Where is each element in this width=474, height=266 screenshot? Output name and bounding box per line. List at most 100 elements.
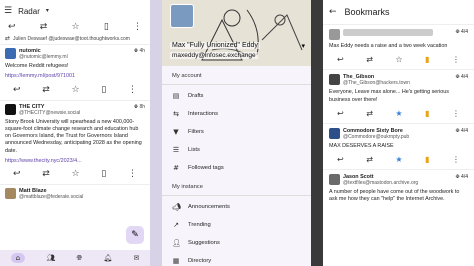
drawer-item-lists[interactable]: ☰ Lists	[162, 141, 311, 159]
feed-post[interactable]: nutomic @nutomic@lemmy.ml 🌐︎ 4h Welcome …	[0, 44, 150, 100]
interactions-icon: ⇆	[173, 109, 179, 118]
mail-icon[interactable]: ✉	[133, 254, 139, 262]
globe-icon[interactable]: 🌐︎	[76, 254, 82, 263]
account-display-name: Max "Fully Unionized" Eddy	[170, 42, 260, 49]
post-author-handle: @The_Gibson@hackers.town	[343, 80, 410, 87]
feed-post[interactable]: THE CITY @THECITY@newsie.social 🌐︎ 8h St…	[0, 99, 150, 185]
avatar[interactable]	[329, 29, 340, 40]
bookmark-item[interactable]: Jason Scott @textfiles@mastodon.archive.…	[323, 169, 474, 206]
avatar[interactable]	[5, 188, 16, 200]
people-icon[interactable]: 👥︎	[46, 254, 55, 262]
drawer-item-trending[interactable]: ↗ Trending	[162, 216, 311, 234]
avatar[interactable]	[5, 103, 16, 115]
bell-icon[interactable]: 🔔︎	[103, 254, 112, 262]
avatar[interactable]	[5, 48, 16, 59]
filter-icon: ▼	[173, 127, 179, 136]
bookmark-item[interactable]: Commodore Sixty Bore @Commodore@oukrnpty…	[323, 122, 474, 169]
bookmarks-screen: ← Bookmarks 🌐︎ 4/4 Max Eddy needs a rais…	[323, 0, 474, 266]
bookmark-item[interactable]: 🌐︎ 4/4 Max Eddy needs a raise and a two …	[323, 24, 474, 69]
hashtag-icon: #	[173, 163, 179, 172]
account-handle: maxeddy@infosec.exchange	[170, 52, 258, 59]
drawer-item-drafts[interactable]: ▤ Drafts	[162, 87, 311, 105]
reply-icon[interactable]: ↩	[8, 22, 16, 32]
directory-icon: ▦	[172, 256, 180, 265]
boost-icon[interactable]: ⇄	[366, 55, 373, 64]
drawer-item-label: Trending	[188, 222, 211, 228]
page-title: Bookmarks	[344, 7, 390, 17]
feed-post[interactable]: Matt Blaze @mattblaze@federate.social	[0, 184, 150, 203]
bookmark-item[interactable]: The_Gibson @The_Gibson@hackers.town 🌐︎ 4…	[323, 69, 474, 123]
section-title-my-account: My account	[172, 73, 202, 79]
screenshot-composite: ☰ Radar ▾ ↩ ⇄ ☆ ▯ ⋮ ⇄ Julien Deswaef @ju…	[0, 0, 474, 266]
boost-icon[interactable]: ⇄	[366, 109, 373, 118]
more-icon[interactable]: ⋮	[128, 85, 137, 95]
favourite-filled-icon[interactable]: ★	[395, 109, 402, 118]
favourite-icon[interactable]: ☆	[72, 85, 80, 95]
bookmark-filled-icon[interactable]: ▮	[425, 109, 429, 118]
more-icon[interactable]: ⋮	[452, 109, 460, 118]
chevron-down-icon[interactable]: ▾	[301, 42, 305, 50]
avatar[interactable]	[329, 174, 340, 186]
bookmark-icon[interactable]: ▯	[101, 85, 106, 95]
navigation-drawer: Max "Fully Unionized" Eddy maxeddy@infos…	[162, 0, 311, 266]
drawer-scrim[interactable]	[311, 0, 323, 266]
globe-icon: 🌐︎	[134, 103, 139, 110]
favourite-filled-icon[interactable]: ★	[395, 155, 402, 164]
globe-icon: 🌐︎	[455, 74, 460, 81]
drawer-item-label: Lists	[188, 147, 200, 153]
post-link[interactable]: https://www.thecity.nyc/2023/4...	[5, 158, 145, 165]
bookmark-body: A number of people have come out of the …	[329, 189, 460, 203]
drawer-item-label: Followed tags	[188, 165, 224, 171]
person-add-icon: 👤︎	[172, 238, 181, 247]
menu-icon[interactable]: ☰	[4, 6, 12, 16]
home-icon[interactable]: ⌂	[10, 253, 26, 263]
favourite-icon[interactable]: ☆	[395, 55, 402, 64]
reply-icon[interactable]: ↩	[337, 109, 344, 118]
redacted-author	[343, 29, 433, 36]
chevron-down-icon[interactable]: ▾	[46, 8, 49, 14]
reply-icon[interactable]: ↩	[13, 169, 21, 179]
globe-icon: 🌐︎	[455, 29, 460, 35]
divider	[162, 195, 311, 196]
reply-icon[interactable]: ↩	[337, 155, 344, 164]
drawer-item-directory[interactable]: ▦ Directory	[162, 252, 311, 266]
post-actions: ↩ ⇄ ★ ▮ ⋮	[329, 150, 468, 167]
favourite-icon[interactable]: ☆	[72, 22, 80, 32]
bookmark-icon[interactable]: ▯	[101, 169, 106, 179]
favourite-icon[interactable]: ☆	[72, 169, 80, 179]
feed-top-bar: ☰ Radar ▾	[0, 0, 150, 22]
globe-icon: 🌐︎	[134, 48, 139, 54]
post-actions: ↩ ⇄ ★ ▮ ⋮	[329, 104, 468, 121]
bookmark-icon[interactable]: ▯	[104, 22, 109, 32]
boost-icon[interactable]: ⇄	[366, 155, 373, 164]
compose-button[interactable]: ✎	[126, 226, 144, 244]
back-arrow-icon[interactable]: ←	[329, 7, 337, 17]
drawer-item-label: Suggestions	[188, 240, 220, 246]
drawer-item-followed-tags[interactable]: # Followed tags	[162, 159, 311, 177]
bookmark-body: MAX DESERVES A RAISE	[329, 142, 394, 149]
bookmark-filled-icon[interactable]: ▮	[425, 55, 429, 64]
drawer-item-announcements[interactable]: 📣︎ Announcements	[162, 198, 311, 216]
post-body: Welcome Reddit refugees!	[5, 63, 69, 69]
boost-icon[interactable]: ⇄	[42, 85, 50, 95]
more-icon[interactable]: ⋮	[133, 22, 142, 32]
drawer-item-filters[interactable]: ▼ Filters	[162, 123, 311, 141]
more-icon[interactable]: ⋮	[452, 55, 460, 64]
drawer-item-suggestions[interactable]: 👤︎ Suggestions	[162, 234, 311, 252]
drawer-item-interactions[interactable]: ⇆ Interactions	[162, 105, 311, 123]
avatar[interactable]	[329, 127, 340, 139]
reply-icon[interactable]: ↩	[13, 85, 21, 95]
avatar[interactable]	[170, 4, 194, 28]
more-icon[interactable]: ⋮	[128, 169, 137, 179]
bookmark-filled-icon[interactable]: ▮	[425, 155, 429, 164]
section-title-my-instance: My instance	[172, 184, 203, 190]
drawer-item-label: Drafts	[188, 93, 204, 99]
post-author-handle: @nutomic@lemmy.ml	[19, 54, 68, 60]
reply-icon[interactable]: ↩	[337, 55, 344, 64]
avatar[interactable]	[329, 74, 340, 86]
post-link[interactable]: https://lemmy.ml/post/971001	[5, 73, 145, 80]
boost-icon[interactable]: ⇄	[42, 169, 50, 179]
more-icon[interactable]: ⋮	[452, 155, 460, 164]
boost-icon[interactable]: ⇄	[40, 22, 48, 32]
drawer-header[interactable]: Max "Fully Unionized" Eddy maxeddy@infos…	[162, 0, 311, 66]
